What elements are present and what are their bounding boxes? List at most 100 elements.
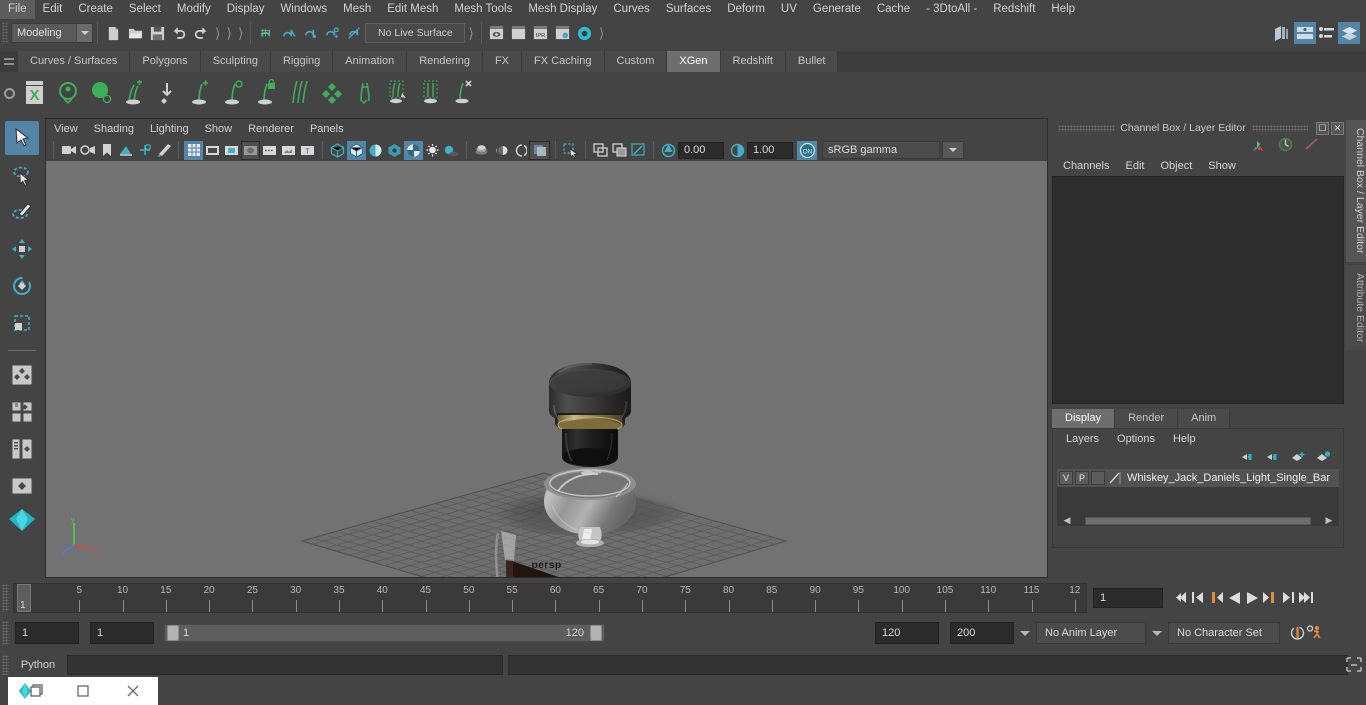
anim-end-field[interactable]: 200 bbox=[950, 622, 1014, 644]
rotate-tool[interactable] bbox=[5, 269, 39, 303]
ambient-occlusion-icon[interactable] bbox=[472, 141, 491, 160]
play-forwards-icon[interactable] bbox=[1243, 587, 1261, 609]
time-slider-grip[interactable] bbox=[2, 583, 9, 612]
go-to-end-icon[interactable] bbox=[1297, 587, 1315, 609]
shaded-wireframe-icon[interactable] bbox=[366, 141, 385, 160]
xgen-density-icon[interactable] bbox=[315, 75, 348, 111]
menu-item-cache[interactable]: Cache bbox=[869, 0, 918, 19]
move-layer-down-icon[interactable] bbox=[1266, 451, 1281, 466]
xgen-modify-guide-icon[interactable] bbox=[216, 75, 249, 111]
select-tool[interactable] bbox=[5, 121, 39, 155]
snap-to-point-icon[interactable] bbox=[299, 22, 321, 44]
color-management-icon[interactable]: ON bbox=[797, 140, 817, 160]
construction-history-flap[interactable]: ⟩ bbox=[465, 25, 476, 42]
shadows-icon[interactable] bbox=[442, 141, 461, 160]
undock-panel-icon[interactable]: ☐ bbox=[1316, 121, 1329, 135]
menu-item-uv[interactable]: UV bbox=[773, 0, 805, 19]
menu-item-edit-mesh[interactable]: Edit Mesh bbox=[379, 0, 446, 19]
shelf-tab-redshift[interactable]: Redshift bbox=[720, 51, 786, 72]
text-overlay-icon[interactable]: T bbox=[298, 141, 317, 160]
menu-item-surfaces[interactable]: Surfaces bbox=[658, 0, 719, 19]
range-row-grip[interactable] bbox=[2, 621, 9, 645]
layer-tab-render[interactable]: Render bbox=[1115, 409, 1179, 428]
render-sequence-icon[interactable] bbox=[508, 22, 530, 44]
xgen-comb-icon[interactable] bbox=[282, 75, 315, 111]
viewport-menu-lighting[interactable]: Lighting bbox=[142, 119, 197, 139]
scroll-left-icon[interactable]: ◀ bbox=[1061, 515, 1073, 526]
exposure-icon[interactable] bbox=[659, 141, 678, 160]
animation-preferences-icon[interactable] bbox=[1306, 622, 1324, 644]
shelf-tab-xgen[interactable]: XGen bbox=[667, 51, 721, 72]
shelf-tab-animation[interactable]: Animation bbox=[333, 51, 408, 72]
go-to-start-icon[interactable] bbox=[1171, 587, 1189, 609]
selection-mask-flap-1[interactable]: ⟩ bbox=[212, 25, 223, 42]
xgen-preview-icon[interactable] bbox=[51, 75, 84, 111]
shelf-tab-custom[interactable]: Custom bbox=[604, 51, 668, 72]
scale-tool[interactable] bbox=[5, 306, 39, 340]
xgen-sphere-icon[interactable] bbox=[84, 75, 117, 111]
selection-mask-flap-2[interactable]: ⟩ bbox=[223, 25, 234, 42]
menu-item-mesh-tools[interactable]: Mesh Tools bbox=[446, 0, 520, 19]
bookmark-icon[interactable] bbox=[97, 141, 116, 160]
shape-channels-icon[interactable] bbox=[1303, 137, 1320, 155]
channel-box-menu-edit[interactable]: Edit bbox=[1117, 156, 1152, 176]
transform-channels-icon[interactable] bbox=[1251, 137, 1268, 155]
gamma-icon[interactable] bbox=[728, 141, 747, 160]
save-scene-icon[interactable] bbox=[146, 22, 168, 44]
time-slider-current-frame-marker[interactable]: 1 bbox=[17, 583, 31, 612]
menu-item-mesh-display[interactable]: Mesh Display bbox=[520, 0, 605, 19]
use-default-material-icon[interactable] bbox=[385, 141, 404, 160]
step-back-keyframe-icon[interactable] bbox=[1189, 587, 1207, 609]
output-channels-icon[interactable] bbox=[1277, 137, 1294, 155]
layer-color-icon[interactable] bbox=[1107, 471, 1123, 485]
xgen-part-icon[interactable] bbox=[381, 75, 414, 111]
range-start-handle[interactable] bbox=[167, 625, 179, 641]
close-panel-icon[interactable]: ✕ bbox=[1331, 121, 1344, 135]
snap-to-curve-icon[interactable] bbox=[277, 22, 299, 44]
anim-layer-dropdown-icon[interactable] bbox=[1020, 630, 1030, 636]
smooth-shade-all-icon[interactable] bbox=[347, 140, 366, 160]
maximize-window-icon[interactable] bbox=[58, 677, 108, 705]
layer-tab-anim[interactable]: Anim bbox=[1178, 409, 1231, 428]
shelf-menu-handle[interactable] bbox=[0, 51, 18, 72]
anim-start-field[interactable]: 1 bbox=[15, 622, 79, 644]
live-surface-field[interactable]: No Live Surface bbox=[365, 23, 466, 43]
outliner-persp-layout-icon[interactable] bbox=[5, 432, 39, 466]
range-slider-bar[interactable]: 1 120 bbox=[164, 624, 605, 642]
frame-region-icon[interactable] bbox=[629, 141, 648, 160]
menu-set-selector[interactable]: Modeling bbox=[11, 23, 93, 43]
workspace-selector-icon[interactable] bbox=[5, 506, 39, 534]
shelf-tab-fx-caching[interactable]: FX Caching bbox=[522, 51, 605, 72]
script-editor-icon[interactable] bbox=[1345, 654, 1363, 676]
single-persp-layout-icon[interactable] bbox=[5, 469, 39, 503]
shelf-tab-sculpting[interactable]: Sculpting bbox=[200, 51, 271, 72]
grease-pencil-icon[interactable] bbox=[154, 141, 173, 160]
film-gate-icon[interactable] bbox=[203, 141, 222, 160]
layer-tab-display[interactable]: Display bbox=[1052, 409, 1116, 428]
time-slider[interactable]: 1 5 10 15 20 25 30 35 40 45 50 55 60 65 70 75 80 85 90 95 1… bbox=[13, 582, 1087, 613]
xgen-delete-icon[interactable] bbox=[447, 75, 480, 111]
gamma-field[interactable]: 1.00 bbox=[747, 141, 793, 159]
lighting-icon[interactable] bbox=[423, 141, 442, 160]
exposure-field[interactable]: 0.00 bbox=[678, 141, 724, 159]
command-line-grip[interactable] bbox=[2, 654, 9, 675]
maya-app-icon[interactable] bbox=[8, 677, 58, 705]
vtab-attribute-editor[interactable]: Attribute Editor bbox=[1346, 264, 1366, 350]
command-result-field[interactable] bbox=[508, 654, 1348, 675]
isolate-select-icon[interactable] bbox=[561, 141, 580, 160]
create-layer-from-selected-icon[interactable] bbox=[1316, 450, 1331, 466]
grid-toggle-icon[interactable] bbox=[184, 140, 203, 160]
open-scene-icon[interactable] bbox=[124, 22, 146, 44]
layer-list-hscrollbar[interactable]: ◀ ▶ bbox=[1061, 515, 1335, 526]
range-end-handle[interactable] bbox=[590, 625, 602, 641]
xgen-lock-guide-icon[interactable] bbox=[249, 75, 282, 111]
channel-box-menu-show[interactable]: Show bbox=[1200, 156, 1244, 176]
play-backwards-icon[interactable] bbox=[1225, 587, 1243, 609]
menu-item-edit[interactable]: Edit bbox=[35, 0, 71, 19]
viewport-menu-show[interactable]: Show bbox=[197, 119, 241, 139]
camera-attributes-icon[interactable] bbox=[78, 141, 97, 160]
create-new-layer-icon[interactable] bbox=[1291, 451, 1306, 466]
channel-box-menu-object[interactable]: Object bbox=[1152, 156, 1200, 176]
character-set-field[interactable]: No Character Set bbox=[1168, 622, 1280, 644]
layer-row[interactable]: V P Whiskey_Jack_Daniels_Light_Single_Ba… bbox=[1057, 469, 1339, 487]
